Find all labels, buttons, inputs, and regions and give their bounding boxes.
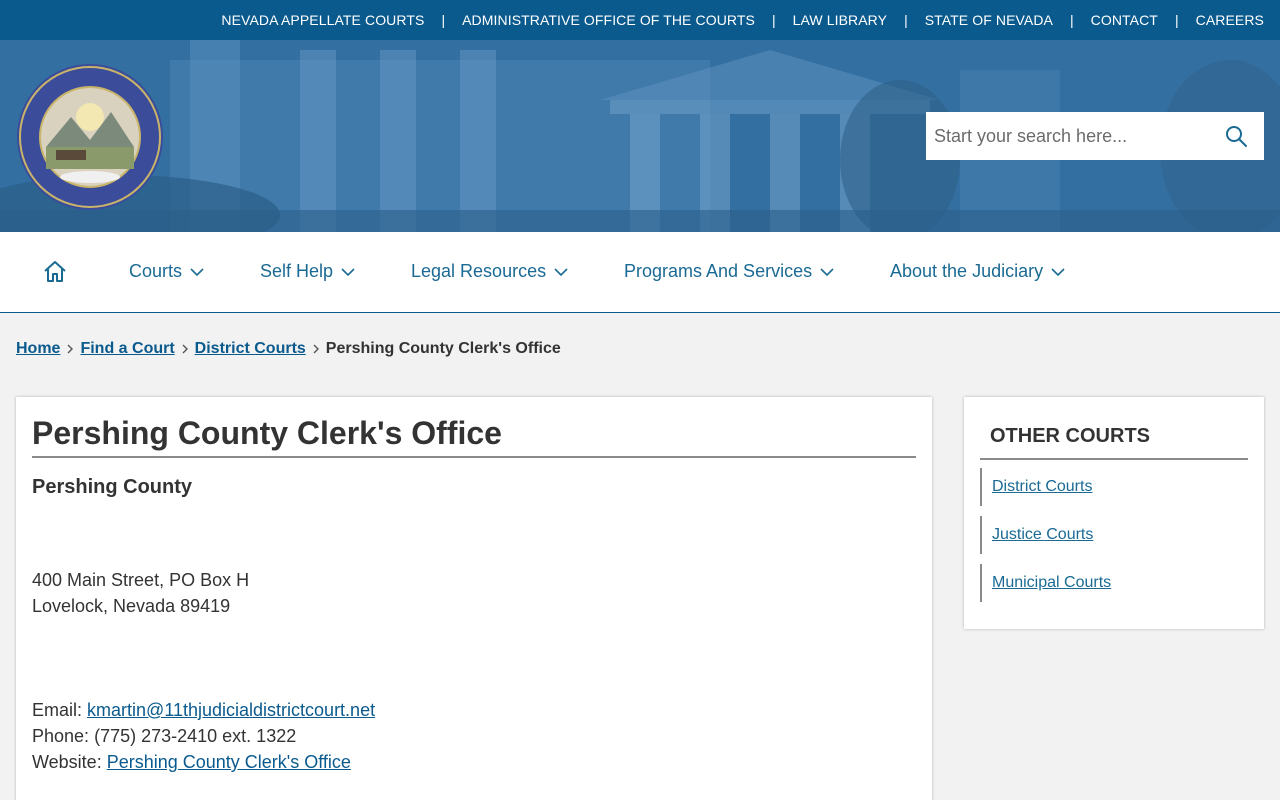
search-icon[interactable]	[1224, 124, 1248, 148]
link-law-library[interactable]: LAW LIBRARY	[793, 12, 887, 28]
search-box	[926, 112, 1264, 160]
sidebar-item-municipal-courts: Municipal Courts	[980, 564, 1111, 602]
website-link[interactable]: Pershing County Clerk's Office	[107, 752, 351, 772]
nav-label: Courts	[129, 261, 183, 281]
chevron-down-icon	[190, 267, 204, 276]
home-icon[interactable]	[42, 259, 68, 285]
email-line: Email: kmartin@11thjudicialdistrictcourt…	[32, 700, 375, 721]
nav-legal-resources[interactable]: Legal Resources	[411, 261, 569, 282]
email-label: Email:	[32, 700, 83, 720]
email-link[interactable]: kmartin@11thjudicialdistrictcourt.net	[87, 700, 375, 720]
utility-bar: NEVADA APPELLATE COURTS | ADMINISTRATIVE…	[0, 0, 1280, 40]
hero-banner	[0, 40, 1280, 232]
nav-self-help[interactable]: Self Help	[260, 261, 356, 282]
separator: |	[1070, 12, 1074, 28]
phone-line: Phone: (775) 273-2410 ext. 1322	[32, 726, 296, 747]
chevron-right-icon	[67, 344, 74, 354]
county-name: Pershing County	[32, 476, 193, 498]
nav-about-the-judiciary[interactable]: About the Judiciary	[890, 261, 1066, 282]
nav-label: About the Judiciary	[890, 261, 1044, 281]
link-nevada-appellate-courts[interactable]: NEVADA APPELLATE COURTS	[221, 12, 424, 28]
sidebar-item-justice-courts: Justice Courts	[980, 516, 1093, 554]
chevron-down-icon	[341, 267, 355, 276]
search-input[interactable]	[926, 112, 1216, 160]
breadcrumb-home[interactable]: Home	[16, 340, 60, 358]
separator: |	[904, 12, 908, 28]
address-line-1: 400 Main Street, PO Box H	[32, 570, 250, 590]
link-state-of-nevada[interactable]: STATE OF NEVADA	[925, 12, 1053, 28]
phone-label: Phone:	[32, 726, 90, 746]
chevron-down-icon	[1051, 267, 1065, 276]
sidebar-title: OTHER COURTS	[980, 425, 1248, 460]
link-administrative-office[interactable]: ADMINISTRATIVE OFFICE OF THE COURTS	[462, 12, 755, 28]
phone-number: (775) 273-2410 ext. 1322	[94, 726, 297, 746]
sidebar-link[interactable]: District Courts	[992, 478, 1092, 496]
chevron-down-icon	[554, 267, 568, 276]
separator: |	[771, 12, 776, 28]
website-line: Website: Pershing County Clerk's Office	[32, 752, 351, 773]
breadcrumb: Home Find a Court District Courts Pershi…	[16, 340, 561, 358]
nevada-seal	[17, 64, 163, 210]
nav-courts[interactable]: Courts	[129, 261, 205, 282]
chevron-right-icon	[313, 344, 319, 354]
breadcrumb-district-courts[interactable]: District Courts	[195, 340, 306, 358]
sidebar-link[interactable]: Municipal Courts	[992, 574, 1111, 592]
chevron-down-icon	[820, 267, 834, 276]
court-details-card: Pershing County Clerk's Office Pershing …	[16, 397, 932, 800]
breadcrumb-current: Pershing County Clerk's Office	[325, 340, 561, 357]
page-title: Pershing County Clerk's Office	[32, 415, 916, 458]
nav-label: Programs And Services	[624, 261, 813, 281]
sidebar-link[interactable]: Justice Courts	[992, 526, 1093, 544]
link-careers[interactable]: CAREERS	[1196, 12, 1264, 28]
link-contact[interactable]: CONTACT	[1091, 12, 1158, 28]
nav-label: Self Help	[260, 261, 334, 281]
separator: |	[1174, 12, 1179, 28]
nav-label: Legal Resources	[411, 261, 547, 281]
main-navigation: Courts Self Help Legal Resources Program…	[0, 232, 1280, 313]
nav-programs-and-services[interactable]: Programs And Services	[624, 261, 835, 282]
separator: |	[441, 12, 446, 28]
breadcrumb-find-a-court[interactable]: Find a Court	[80, 340, 174, 358]
sidebar-item-district-courts: District Courts	[980, 468, 1092, 506]
other-courts-sidebar: OTHER COURTS District Courts Justice Cou…	[964, 397, 1264, 629]
website-label: Website:	[32, 752, 102, 772]
address-line-2: Lovelock, Nevada 89419	[32, 596, 231, 616]
chevron-right-icon	[182, 344, 188, 354]
